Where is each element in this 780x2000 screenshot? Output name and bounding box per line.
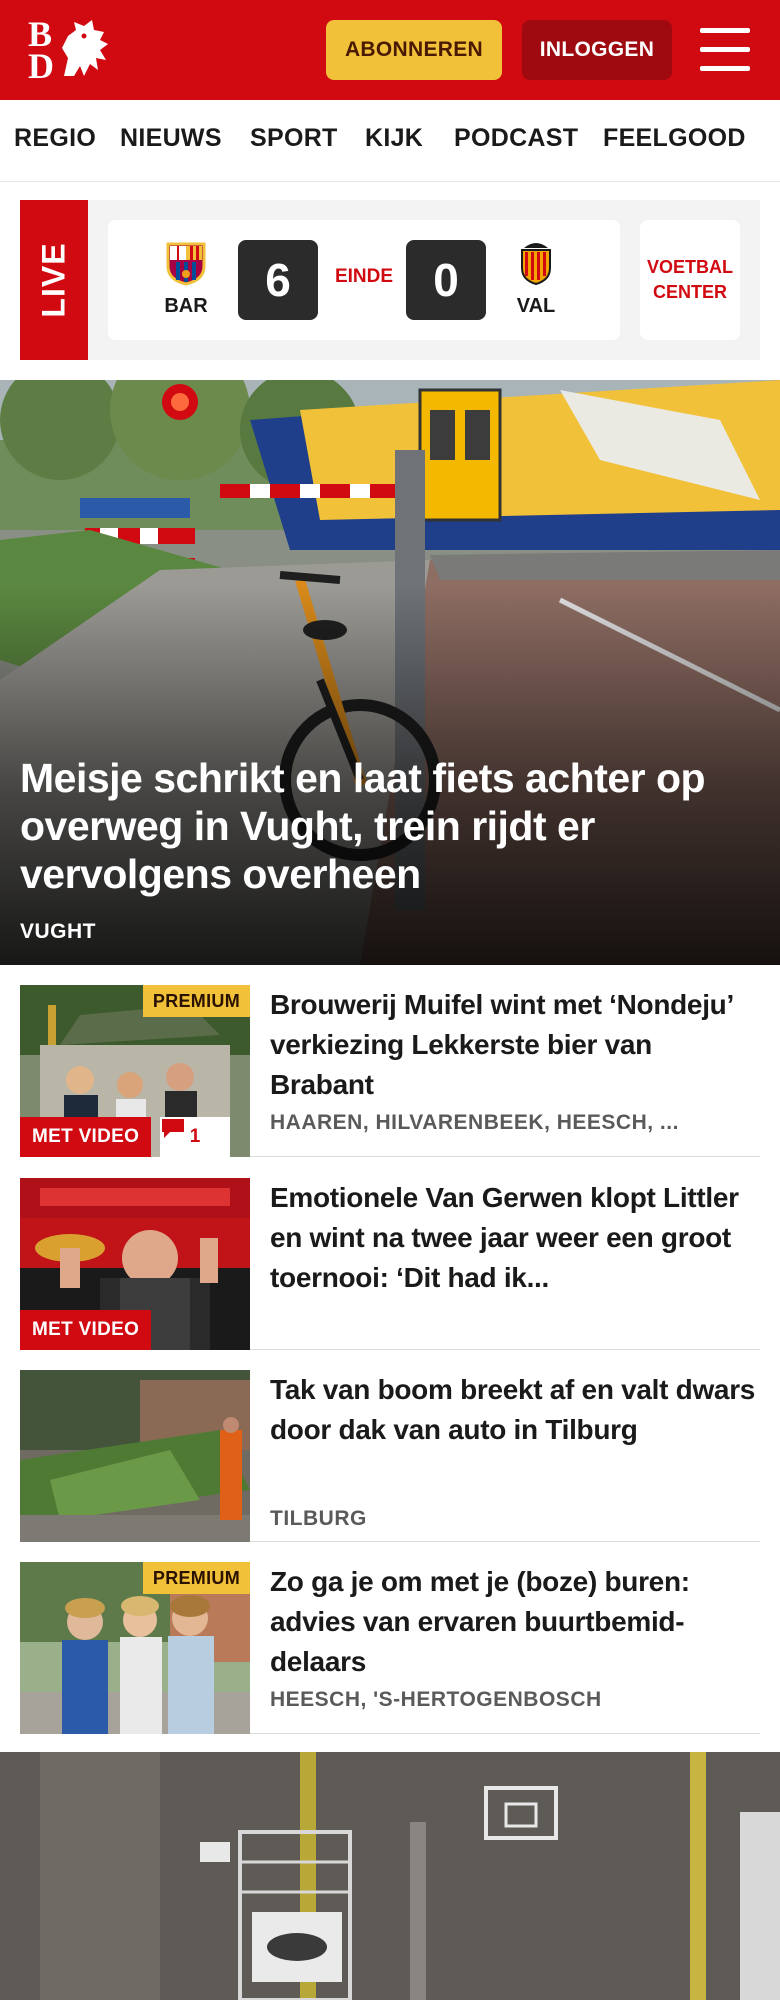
article-location: TILBURG — [270, 1507, 367, 1530]
away-team-abbr: VAL — [516, 295, 556, 317]
home-score: 6 — [238, 240, 318, 320]
hero-location: VUGHT — [20, 920, 96, 943]
nav-item-feelgood[interactable]: FEELGOOD — [603, 124, 746, 153]
subscribe-button[interactable]: ABONNEREN — [326, 20, 502, 80]
valencia-crest-icon — [521, 243, 551, 286]
nav-item-sport[interactable]: SPORT — [250, 124, 338, 153]
hero-article[interactable]: Meisje schrikt en laat fiets achter op o… — [0, 380, 780, 965]
hamburger-menu-icon[interactable] — [700, 28, 750, 72]
article-item[interactable]: MET VIDEO Emotionele Van Gerwen klopt Li… — [20, 1178, 760, 1350]
article-item[interactable]: PREMIUM MET VIDEO 1 Brouwerij Muifel win… — [20, 985, 760, 1157]
nav-divider — [0, 181, 780, 182]
comment-bubble-icon — [162, 1119, 184, 1138]
video-badge: MET VIDEO — [20, 1117, 152, 1157]
nav-item-kijk[interactable]: KIJK — [365, 124, 423, 153]
home-team-abbr: BAR — [164, 295, 208, 317]
login-button[interactable]: INLOGGEN — [522, 20, 672, 80]
comments-badge[interactable]: 1 — [160, 1117, 230, 1157]
barcelona-crest-icon — [166, 242, 206, 286]
nav-item-regio[interactable]: REGIO — [14, 124, 96, 153]
article-thumbnail: PREMIUM MET VIDEO 1 — [20, 985, 250, 1157]
bd-logo[interactable]: B D — [28, 16, 114, 84]
premium-badge: PREMIUM — [142, 1562, 250, 1594]
live-score-widget: LIVE BAR 6 EINDE 0 VAL VOETBAL CENTER — [20, 200, 760, 360]
article-title[interactable]: Tak van boom breekt af en valt dwars doo… — [270, 1370, 760, 1450]
home-team: BAR — [156, 238, 216, 318]
article-thumbnail — [20, 1370, 250, 1542]
article-location: HAAREN, HILVARENBEEK, HEESCH, ... — [270, 1111, 679, 1134]
gym-photo — [0, 1752, 780, 2000]
video-badge: MET VIDEO — [20, 1310, 152, 1350]
lion-icon — [62, 20, 108, 76]
away-score: 0 — [406, 240, 486, 320]
article-thumbnail: PREMIUM — [20, 1562, 250, 1734]
away-team: VAL — [506, 238, 566, 318]
article-title[interactable]: Zo ga je om met je (boze) buren: advies … — [270, 1562, 760, 1682]
voetbal-center-button[interactable]: VOETBAL CENTER — [640, 220, 740, 340]
match-status: EINDE — [334, 266, 394, 287]
article-item[interactable]: Tak van boom breekt af en valt dwars doo… — [20, 1370, 760, 1542]
article-thumbnail: MET VIDEO — [20, 1178, 250, 1350]
video-thumbnail[interactable] — [0, 1752, 780, 2000]
logo-letter-d: D — [28, 46, 54, 86]
nav-item-podcast[interactable]: PODCAST — [454, 124, 578, 153]
nav-scroll-fade — [750, 100, 780, 182]
nav-item-nieuws[interactable]: NIEUWS — [120, 124, 222, 153]
live-tag: LIVE — [20, 200, 88, 360]
premium-badge: PREMIUM — [142, 985, 250, 1017]
article-title[interactable]: Emotionele Van Gerwen klopt Littler en w… — [270, 1178, 760, 1298]
site-header: B D ABONNEREN INLOGGEN — [0, 0, 780, 100]
article-location: HEESCH, 'S-HERTOGENBOSCH — [270, 1688, 602, 1711]
article-title[interactable]: Brouwerij Muifel wint met ‘Nondeju’ verk… — [270, 985, 760, 1105]
section-nav: REGIO NIEUWS SPORT KIJK PODCAST FEELGOOD — [0, 100, 780, 182]
article-item[interactable]: PREMIUM Zo ga je om met je (boze) buren:… — [20, 1562, 760, 1734]
match-card[interactable]: BAR 6 EINDE 0 VAL — [108, 220, 620, 340]
hero-headline[interactable]: Meisje schrikt en laat fiets achter op o… — [20, 754, 760, 898]
